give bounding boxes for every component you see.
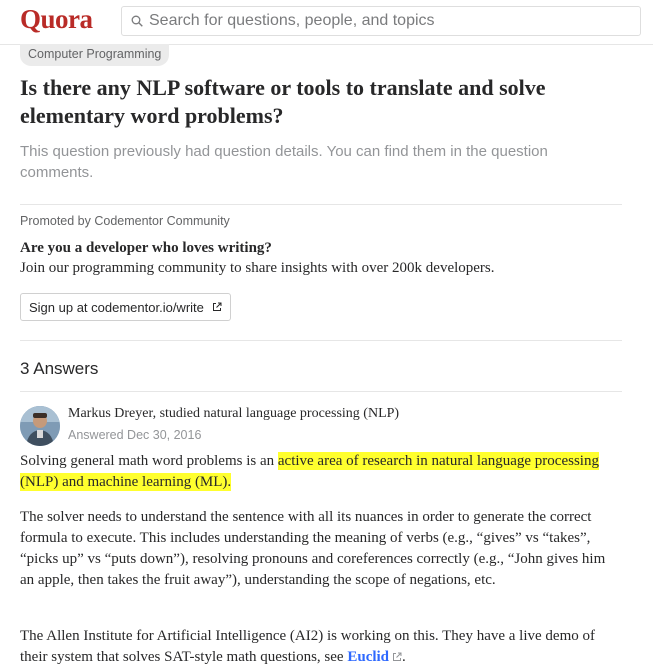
avatar[interactable] bbox=[20, 406, 60, 446]
avatar-image bbox=[20, 406, 60, 446]
answer-paragraph-2: The solver needs to understand the sente… bbox=[20, 509, 606, 588]
answer-text-end: . bbox=[402, 649, 406, 665]
euclid-link[interactable]: Euclid bbox=[347, 649, 389, 665]
answer-date[interactable]: Answered Dec 30, 2016 bbox=[68, 428, 201, 442]
search-input[interactable] bbox=[143, 12, 629, 30]
promo-text: Join our programming community to share … bbox=[20, 260, 495, 276]
topic-chip[interactable]: Computer Programming bbox=[20, 44, 170, 66]
divider bbox=[20, 204, 622, 205]
external-link-icon bbox=[393, 652, 402, 661]
answer-text: Solving general math word problems is an bbox=[20, 453, 278, 469]
search-icon bbox=[131, 15, 143, 27]
answer-text: The Allen Institute for Artificial Intel… bbox=[20, 628, 595, 665]
divider bbox=[20, 391, 622, 392]
signup-button[interactable]: Sign up at codementor.io/write bbox=[20, 293, 231, 321]
search-box[interactable] bbox=[121, 6, 641, 36]
external-link-icon bbox=[212, 302, 222, 311]
answer-author[interactable]: Markus Dreyer, studied natural language … bbox=[68, 406, 399, 422]
answer-paragraph-3: The Allen Institute for Artificial Intel… bbox=[20, 626, 620, 668]
quora-logo[interactable]: Quora bbox=[20, 4, 93, 35]
signup-button-label: Sign up at codementor.io/write bbox=[29, 299, 204, 315]
question-details-note: This question previously had question de… bbox=[20, 143, 548, 181]
answers-count: 3 Answers bbox=[20, 359, 99, 378]
divider bbox=[20, 340, 622, 341]
promo-label[interactable]: Promoted by Codementor Community bbox=[20, 214, 230, 228]
question-title[interactable]: Is there any NLP software or tools to tr… bbox=[20, 74, 620, 130]
top-header: Quora bbox=[0, 0, 653, 45]
answer-paragraph-1: Solving general math word problems is an… bbox=[20, 451, 620, 493]
promo-title[interactable]: Are you a developer who loves writing? bbox=[20, 240, 272, 257]
